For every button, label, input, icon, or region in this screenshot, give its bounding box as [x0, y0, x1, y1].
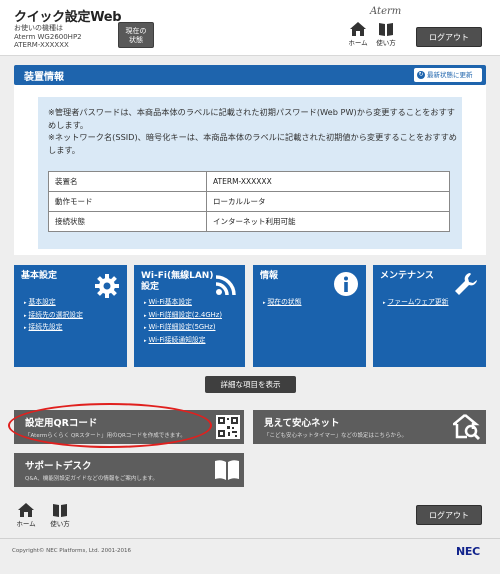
aterm-logo: Aterm [370, 6, 402, 17]
footer-divider [0, 538, 500, 539]
card-title: Wi-Fi(無線LAN) 設定 [141, 271, 214, 292]
gear-icon [95, 274, 119, 298]
refresh-button[interactable]: ↻ 最新状態に更新 [414, 68, 482, 82]
copyright: Copyright© NEC Platforms, Ltd. 2001-2016 [12, 548, 132, 554]
wifi-icon [215, 275, 236, 296]
status-value: ATERM-XXXXXX [206, 171, 450, 192]
card-links: ファームウェア更新 [383, 297, 449, 310]
status-table: 装置名 ATERM-XXXXXX 動作モード ローカルルータ 接続状態 インターネット… [48, 171, 450, 232]
home-link[interactable]: ホーム [344, 22, 372, 47]
table-row: 動作モード ローカルルータ [48, 191, 450, 212]
nec-logo: NEC [456, 545, 480, 558]
wrench-icon [455, 273, 477, 295]
footer-home-link[interactable]: ホーム [12, 503, 40, 528]
link-current-status[interactable]: 現在の状態 [263, 297, 302, 310]
card-title: 情報 [260, 271, 279, 281]
home-label: ホーム [348, 39, 368, 47]
section-bar: 装置情報 ↻ 最新状態に更新 [14, 65, 486, 85]
link-connection-select[interactable]: 接続先の選択設定 [24, 310, 83, 323]
help-label: 使い方 [376, 39, 396, 47]
status-value: インターネット利用可能 [206, 211, 450, 232]
status-value: ローカルルータ [206, 191, 450, 212]
card-wifi-settings: Wi-Fi(無線LAN) 設定 Wi-Fi基本設定 Wi-Fi詳細設定(2.4G… [134, 265, 245, 367]
qr-code-icon [216, 415, 240, 439]
link-wifi-detail-24[interactable]: Wi-Fi詳細設定(2.4GHz) [144, 310, 222, 323]
book-icon [215, 460, 239, 480]
tile-subtitle: Q&A、機能別設定ガイドなどの情報をご案内します。 [25, 476, 158, 482]
status-key: 接続状態 [48, 211, 207, 232]
tile-support-desk[interactable]: サポートデスク Q&A、機能別設定ガイドなどの情報をご案内します。 [14, 453, 244, 487]
tile-subtitle: 「こども安心ネットタイマー」などの設定はこちらから。 [264, 433, 408, 439]
status-key: 装置名 [48, 171, 207, 192]
device-info: お使いの機種は Aterm WG2600HP2 ATERM-XXXXXX [14, 24, 82, 50]
card-basic-settings: 基本設定 基本設定 接続先の選択設定 接続先設定 [14, 265, 127, 367]
link-wifi-detail-5[interactable]: Wi-Fi詳細設定(5GHz) [144, 322, 222, 335]
app-title: クイック設定Web [14, 10, 122, 25]
device-model: Aterm WG2600HP2 [14, 32, 82, 41]
refresh-label: 最新状態に更新 [427, 71, 473, 79]
link-wifi-notify[interactable]: Wi-Fi接続通知設定 [144, 335, 222, 348]
link-connection-settings[interactable]: 接続先設定 [24, 322, 83, 335]
home-search-icon [453, 414, 481, 441]
table-row: 接続状態 インターネット利用可能 [48, 211, 450, 232]
refresh-icon: ↻ [417, 71, 425, 79]
link-basic-settings[interactable]: 基本設定 [24, 297, 83, 310]
link-wifi-basic[interactable]: Wi-Fi基本設定 [144, 297, 222, 310]
tile-safe-net[interactable]: 見えて安心ネット 「こども安心ネットタイマー」などの設定はこちらから。 [253, 410, 486, 444]
logout-button[interactable]: ログアウト [416, 27, 482, 47]
info-icon [334, 272, 358, 296]
current-status-button[interactable]: 現在の 状態 [118, 22, 154, 48]
tile-title: サポートデスク [25, 461, 92, 472]
book-icon [53, 504, 67, 517]
card-title: 基本設定 [21, 271, 58, 281]
link-firmware-update[interactable]: ファームウェア更新 [383, 297, 449, 310]
table-row: 装置名 ATERM-XXXXXX [48, 171, 450, 192]
device-label: お使いの機種は [14, 24, 63, 32]
section-title: 装置情報 [24, 72, 64, 83]
help-label: 使い方 [50, 520, 70, 528]
header: クイック設定Web お使いの機種は Aterm WG2600HP2 ATERM-… [0, 0, 500, 56]
card-links: 現在の状態 [263, 297, 302, 310]
home-icon [350, 22, 366, 36]
home-icon [18, 503, 34, 517]
home-label: ホーム [16, 520, 36, 528]
notice-line-2: ※ネットワーク名(SSID)、暗号化キーは、本商品本体のラベルに記載された初期値… [48, 132, 457, 155]
card-links: 基本設定 接続先の選択設定 接続先設定 [24, 297, 83, 335]
card-maintenance: メンテナンス ファームウェア更新 [373, 265, 486, 367]
book-icon [379, 23, 393, 36]
footer-logout-button[interactable]: ログアウト [416, 505, 482, 525]
card-information: 情報 現在の状態 [253, 265, 366, 367]
show-details-button[interactable]: 詳細な項目を表示 [205, 376, 296, 393]
notice-line-1: ※管理者パスワードは、本商品本体のラベルに記載された初期パスワード(Web PW… [48, 107, 455, 130]
card-title: メンテナンス [380, 271, 434, 281]
help-link[interactable]: 使い方 [372, 22, 400, 47]
notice-text: ※管理者パスワードは、本商品本体のラベルに記載された初期パスワード(Web PW… [48, 106, 458, 156]
tile-title: 見えて安心ネット [264, 418, 340, 429]
status-key: 動作モード [48, 191, 207, 212]
device-name: ATERM-XXXXXX [14, 41, 69, 49]
card-links: Wi-Fi基本設定 Wi-Fi詳細設定(2.4GHz) Wi-Fi詳細設定(5G… [144, 297, 222, 347]
qr-tile-highlight [8, 403, 212, 448]
footer-help-link[interactable]: 使い方 [46, 503, 74, 528]
